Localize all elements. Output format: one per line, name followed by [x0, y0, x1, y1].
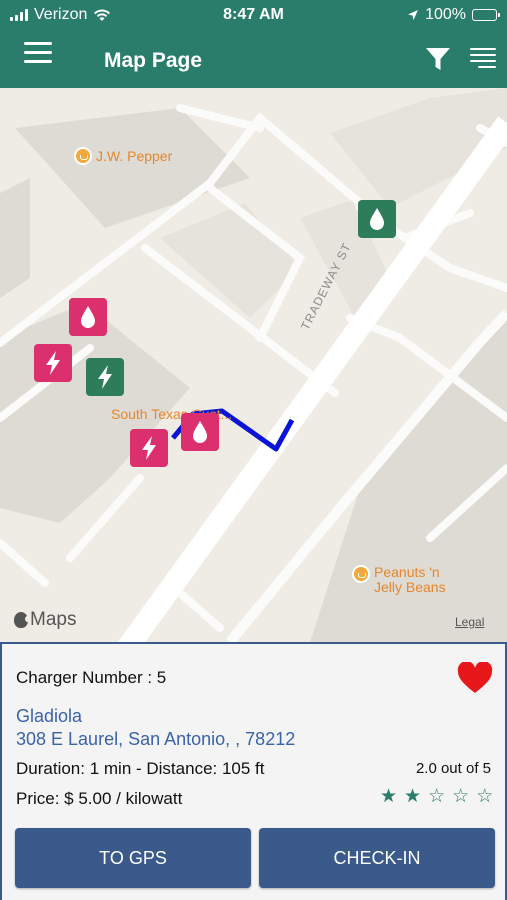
to-gps-button[interactable]: TO GPS	[15, 828, 251, 888]
charger-number: Charger Number : 5	[16, 668, 167, 687]
star-empty-icon[interactable]: ☆	[476, 787, 493, 806]
check-in-button[interactable]: CHECK-IN	[259, 828, 495, 888]
lightning-bolt-icon	[142, 436, 156, 460]
lightning-bolt-icon	[98, 365, 112, 389]
duration-distance: Duration: 1 min - Distance: 105 ft	[16, 759, 265, 778]
list-icon[interactable]	[470, 48, 496, 70]
battery-percent: 100%	[425, 6, 466, 23]
poi-label: Peanuts 'n Jelly Beans	[374, 565, 446, 595]
status-bar: Verizon 8:47 AM 100%	[0, 0, 507, 30]
poi-icon	[74, 147, 92, 165]
station-name[interactable]: Gladiola	[16, 706, 82, 727]
water-marker[interactable]	[69, 298, 107, 336]
water-marker[interactable]	[181, 413, 219, 451]
favorite-heart-icon[interactable]	[457, 662, 493, 694]
star-empty-icon[interactable]: ☆	[452, 787, 469, 806]
hamburger-menu-icon[interactable]	[24, 42, 52, 66]
poi-label-line2: Jelly Beans	[374, 579, 446, 595]
poi-icon	[352, 565, 370, 583]
price: Price: $ 5.00 / kilowatt	[16, 789, 183, 808]
poi-label: J.W. Pepper	[96, 148, 173, 164]
maps-label: Maps	[30, 609, 77, 630]
poi-jw-pepper[interactable]: J.W. Pepper	[74, 147, 172, 165]
star-rating[interactable]: ★ ★ ☆ ☆ ☆	[380, 787, 493, 806]
charger-marker[interactable]	[130, 429, 168, 467]
water-marker[interactable]	[358, 200, 396, 238]
status-right: 100%	[407, 6, 500, 24]
battery-icon	[472, 9, 500, 21]
charger-marker[interactable]	[86, 358, 124, 396]
apple-logo-icon	[14, 612, 30, 628]
star-empty-icon[interactable]: ☆	[428, 787, 445, 806]
map-base	[0, 88, 507, 642]
water-drop-icon	[193, 421, 207, 443]
legal-link[interactable]: Legal	[455, 615, 484, 629]
charger-marker[interactable]	[34, 344, 72, 382]
top-bar: Verizon 8:47 AM 100% Map Page	[0, 0, 507, 88]
apple-maps-attribution: Maps	[14, 609, 76, 631]
filter-funnel-icon[interactable]	[425, 46, 451, 72]
charger-details-panel: Charger Number : 5 Gladiola 308 E Laurel…	[0, 642, 507, 900]
poi-label-line1: Peanuts 'n	[374, 564, 440, 580]
star-filled-icon[interactable]: ★	[380, 787, 397, 806]
star-filled-icon[interactable]: ★	[404, 787, 421, 806]
station-address[interactable]: 308 E Laurel, San Antonio, , 78212	[16, 729, 295, 750]
lightning-bolt-icon	[46, 351, 60, 375]
page-title: Map Page	[104, 49, 203, 72]
water-drop-icon	[370, 208, 384, 230]
poi-peanuts-jelly-beans[interactable]: Peanuts 'n Jelly Beans	[352, 565, 446, 595]
location-arrow-icon	[408, 10, 419, 20]
water-drop-icon	[81, 306, 95, 328]
map-view[interactable]: J.W. Pepper South Texas Cust... Peanuts …	[0, 88, 507, 642]
rating-text: 2.0 out of 5	[415, 760, 491, 777]
